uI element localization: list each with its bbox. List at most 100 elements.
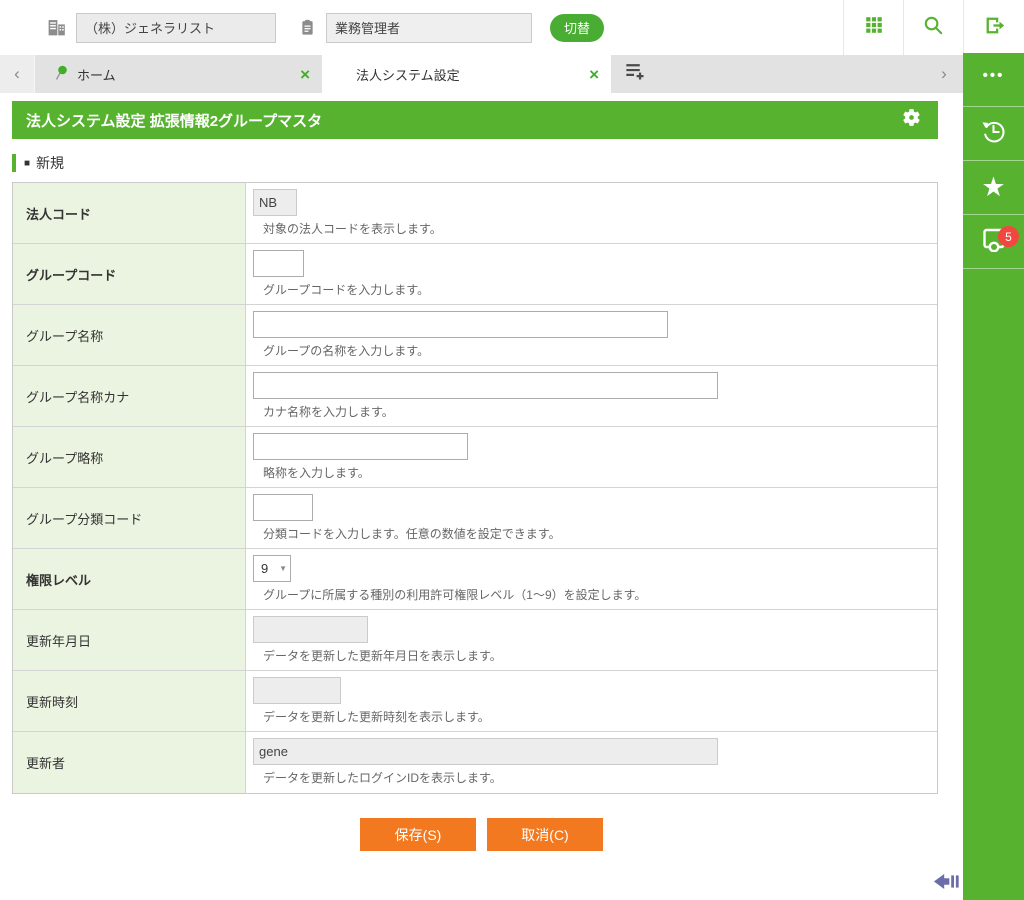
form-row: グループ名称カナ カナ名称を入力します。: [13, 366, 937, 427]
field-hint: グループに所属する種別の利用許可権限レベル（1～9）を設定します。: [263, 586, 927, 603]
row-label: 更新者: [13, 732, 246, 793]
tab-close-button[interactable]: ×: [300, 66, 310, 83]
row-label: グループコード: [13, 244, 246, 304]
section-accent-bar: [12, 154, 16, 172]
update-time-input: [253, 677, 341, 704]
save-button[interactable]: 保存(S): [360, 818, 476, 851]
search-icon: [922, 14, 945, 42]
more-button[interactable]: •••: [963, 53, 1024, 107]
field-hint: データを更新した更新時刻を表示します。: [263, 708, 927, 725]
group-class-code-input[interactable]: [253, 494, 313, 521]
switch-button[interactable]: 切替: [550, 14, 604, 42]
tab-close-button[interactable]: ×: [589, 66, 599, 83]
apps-grid-button[interactable]: [843, 0, 903, 55]
action-buttons: 保存(S) 取消(C): [0, 818, 963, 851]
chevron-down-icon: ▼: [279, 564, 287, 573]
tab-home[interactable]: ホーム ×: [34, 55, 322, 93]
row-label: グループ略称: [13, 427, 246, 487]
row-control: データを更新したログインIDを表示します。: [246, 732, 937, 793]
favorites-button[interactable]: ★: [963, 161, 1024, 215]
row-label: 法人コード: [13, 183, 246, 243]
corporate-code-input: [253, 189, 297, 216]
company-input[interactable]: [76, 13, 276, 43]
side-toolbar: ••• ★ 5: [963, 53, 1024, 900]
form-row: 更新者 データを更新したログインIDを表示します。: [13, 732, 937, 793]
section-marker: ■: [24, 158, 30, 169]
form-row: 更新年月日 データを更新した更新年月日を表示します。: [13, 610, 937, 671]
field-hint: 略称を入力します。: [263, 464, 927, 481]
row-control: 略称を入力します。: [246, 427, 937, 487]
row-control: 対象の法人コードを表示します。: [246, 183, 937, 243]
field-hint: グループコードを入力します。: [263, 281, 927, 298]
group-abbreviation-input[interactable]: [253, 433, 468, 460]
tab-scroll-right-button[interactable]: ›: [925, 55, 963, 93]
form-table: 法人コード 対象の法人コードを表示します。 グループコード グループコードを入力…: [12, 182, 938, 794]
updater-input: [253, 738, 718, 765]
form-row: グループ名称 グループの名称を入力します。: [13, 305, 937, 366]
form-row: 更新時刻 データを更新した更新時刻を表示します。: [13, 671, 937, 732]
tab-scroll-left-button[interactable]: ‹: [0, 55, 34, 93]
update-date-input: [253, 616, 368, 643]
app-window: 切替: [0, 0, 1024, 900]
row-control: データを更新した更新年月日を表示します。: [246, 610, 937, 670]
page-title-bar: 法人システム設定 拡張情報2グループマスタ: [12, 101, 938, 139]
row-label: グループ名称: [13, 305, 246, 365]
form-row: グループ略称 略称を入力します。: [13, 427, 937, 488]
row-label: 権限レベル: [13, 549, 246, 609]
row-label: グループ分類コード: [13, 488, 246, 548]
form-row: 法人コード 対象の法人コードを表示します。: [13, 183, 937, 244]
row-control: グループの名称を入力します。: [246, 305, 937, 365]
grid-icon: [863, 14, 885, 41]
chevron-right-icon: ›: [941, 64, 947, 84]
field-hint: データを更新したログインIDを表示します。: [263, 769, 927, 786]
row-control: 分類コードを入力します。任意の数値を設定できます。: [246, 488, 937, 548]
chevron-left-icon: ‹: [14, 64, 20, 84]
logout-button[interactable]: [963, 0, 1024, 55]
group-name-input[interactable]: [253, 311, 668, 338]
logout-icon: [982, 13, 1007, 43]
form-row: グループコード グループコードを入力します。: [13, 244, 937, 305]
permission-level-select[interactable]: 9 ▼: [253, 555, 291, 582]
notification-badge: 5: [998, 226, 1019, 247]
ellipsis-icon: •••: [983, 76, 1005, 84]
gear-icon: [901, 107, 922, 133]
field-hint: グループの名称を入力します。: [263, 342, 927, 359]
tab-bar: ‹ ホーム × 法人システム設定 × ›: [0, 55, 963, 93]
pin-icon: [55, 65, 68, 84]
role-input[interactable]: [326, 13, 532, 43]
star-icon: ★: [981, 174, 1005, 201]
clipboard-icon: [298, 17, 317, 38]
row-label: グループ名称カナ: [13, 366, 246, 426]
group-code-input[interactable]: [253, 250, 304, 277]
collapse-panel-button[interactable]: [933, 872, 961, 894]
row-control: カナ名称を入力します。: [246, 366, 937, 426]
history-button[interactable]: [963, 107, 1024, 161]
building-icon: [46, 17, 67, 38]
row-control: データを更新した更新時刻を表示します。: [246, 671, 937, 731]
form-row: 権限レベル 9 ▼ グループに所属する種別の利用許可権限レベル（1～9）を設定し…: [13, 549, 937, 610]
add-tab-icon: [623, 60, 646, 88]
search-button[interactable]: [903, 0, 963, 55]
tab-label: ホーム: [77, 65, 300, 84]
collapse-arrow-icon: [933, 879, 961, 894]
group-name-kana-input[interactable]: [253, 372, 718, 399]
form-row: グループ分類コード 分類コードを入力します。任意の数値を設定できます。: [13, 488, 937, 549]
settings-button[interactable]: [901, 107, 922, 133]
main-content: 法人システム設定 拡張情報2グループマスタ ■ 新規 法人コード: [0, 101, 963, 900]
top-bar-actions: [843, 0, 1024, 55]
field-hint: カナ名称を入力します。: [263, 403, 927, 420]
section-header: ■ 新規: [12, 153, 938, 173]
tab-corporate-system-settings[interactable]: 法人システム設定 ×: [322, 55, 611, 93]
field-hint: 対象の法人コードを表示します。: [263, 220, 927, 237]
row-control: グループコードを入力します。: [246, 244, 937, 304]
row-label: 更新年月日: [13, 610, 246, 670]
top-bar: 切替: [0, 0, 1024, 55]
tab-label: 法人システム設定: [356, 65, 589, 84]
row-label: 更新時刻: [13, 671, 246, 731]
history-icon: [978, 116, 1009, 152]
selected-value: 9: [261, 561, 268, 576]
capture-button[interactable]: 5: [963, 215, 1024, 269]
new-tab-button[interactable]: [611, 55, 657, 93]
cancel-button[interactable]: 取消(C): [487, 818, 603, 851]
field-hint: データを更新した更新年月日を表示します。: [263, 647, 927, 664]
